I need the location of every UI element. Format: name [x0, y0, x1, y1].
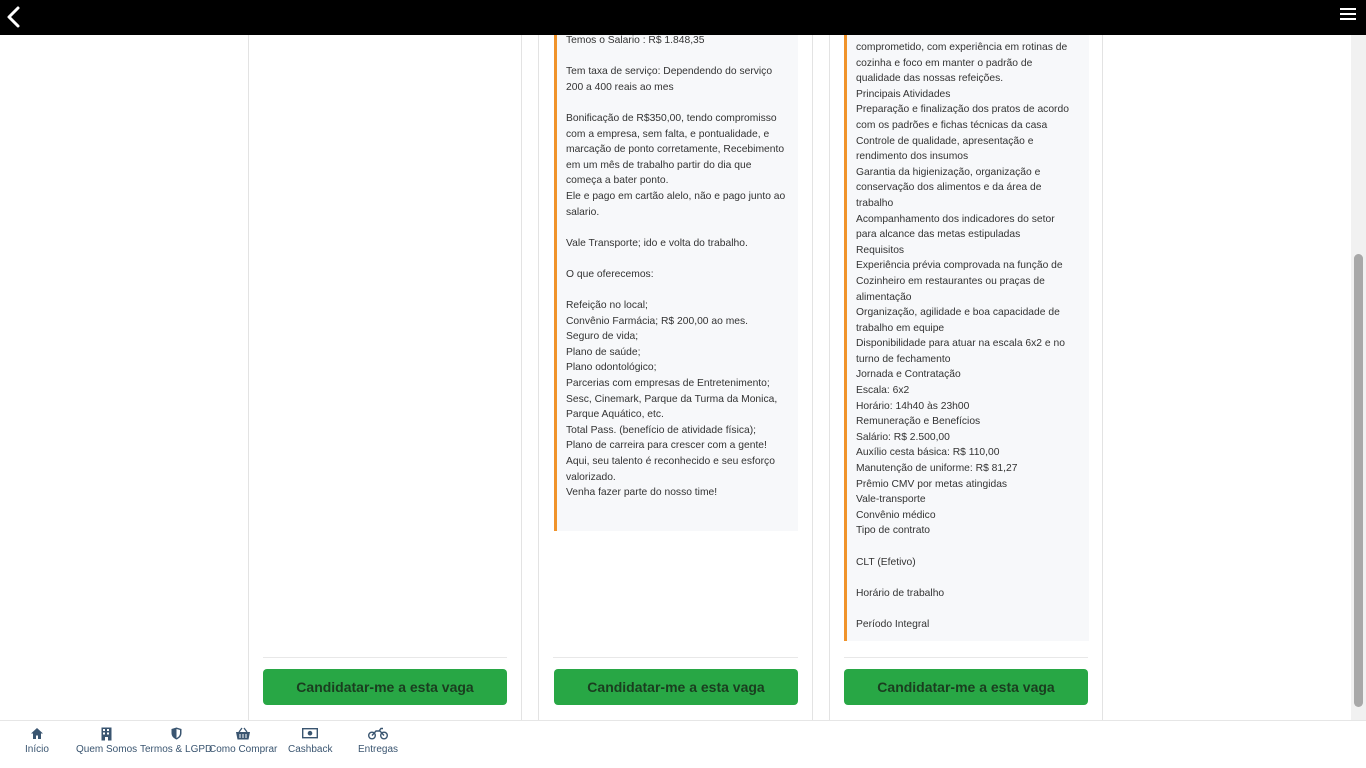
- description-line: Total Pass. (benefício de atividade físi…: [566, 424, 757, 436]
- description-line: em um mês de trabalho partir do dia que: [566, 159, 752, 171]
- description-line: Plano odontológico;: [566, 362, 657, 374]
- chevron-left-icon[interactable]: [4, 5, 24, 29]
- description-line: Plano de carreira para crescer com a gen…: [566, 440, 767, 452]
- description-line: Aqui, seu talento é reconhecido e seu es…: [566, 456, 775, 468]
- description-line: Plano de saúde;: [566, 346, 641, 358]
- description-line: turno de fechamento: [856, 353, 951, 365]
- description-line: Disponibilidade para atuar na escala 6x2…: [856, 338, 1065, 350]
- nav-item-quem-somos[interactable]: Quem Somos: [76, 727, 137, 755]
- description-line: Vale Transporte; ido e volta do trabalho…: [566, 237, 748, 249]
- apply-button-1[interactable]: Candidatar-me a esta vaga: [263, 669, 507, 705]
- description-line: Bonificação de R$350,00, tendo compromis…: [566, 112, 777, 124]
- description-line: com a empresa, sem falta, e pontualidade…: [566, 128, 770, 140]
- description-line: Escala: 6x2: [856, 385, 910, 397]
- scrollbar-thumb[interactable]: [1354, 254, 1363, 707]
- job-card-2: Temos o Salario : R$ 1.848,35 Tem taxa de…: [538, 0, 813, 720]
- description-line: Ele e pago em cartão alelo, não e pago j…: [566, 190, 786, 202]
- description-line: Parcerias com empresas de Entretenimento…: [566, 378, 770, 390]
- job-description-2: Temos o Salario : R$ 1.848,35 Tem taxa de…: [554, 12, 798, 531]
- description-line: Acompanhamento dos indicadores do setor: [856, 213, 1055, 225]
- description-line: Controle de qualidade, apresentação e: [856, 135, 1034, 147]
- description-line: Prêmio CMV por metas atingidas: [856, 478, 1008, 490]
- description-line: Horário de trabalho: [856, 587, 945, 599]
- description-line: Salário: R$ 2.500,00: [856, 431, 950, 443]
- description-line: Jornada e Contratação: [856, 369, 961, 381]
- description-line: Organização, agilidade e boa capacidade …: [856, 307, 1060, 319]
- hamburger-menu-icon[interactable]: [1340, 8, 1356, 22]
- description-line: Convênio médico: [856, 509, 936, 521]
- description-line: Convênio Farmácia; R$ 200,00 ao mes.: [566, 315, 749, 327]
- nav-item-como-comprar[interactable]: Como Comprar: [209, 727, 277, 755]
- description-line: O que oferecemos:: [566, 268, 654, 280]
- description-line: Tem taxa de serviço: Dependendo do servi…: [566, 66, 773, 78]
- description-line: cozinha e foco em manter o padrão de: [856, 57, 1033, 69]
- description-line: Tipo de contrato: [856, 525, 931, 537]
- job-card-1: Candidatar-me a esta vaga: [248, 0, 522, 720]
- description-line: Cozinheiro em restaurantes ou praças de: [856, 275, 1045, 287]
- description-line: para alcance das metas estipuladas: [856, 229, 1021, 241]
- description-line: começa a bater ponto.: [566, 175, 669, 187]
- basket-icon: [209, 727, 277, 741]
- description-line: marcação de ponto corretamente, Recebime…: [566, 144, 785, 156]
- description-line: Parque Aquático, etc.: [566, 409, 664, 421]
- nav-item-cashback[interactable]: Cashback: [288, 727, 332, 755]
- description-line: Seguro de vida;: [566, 331, 639, 343]
- description-line: Manutenção de uniforme: R$ 81,27: [856, 463, 1018, 475]
- description-line: alimentação: [856, 291, 912, 303]
- description-line: Preparação e finalização dos pratos de a…: [856, 104, 1069, 116]
- money-icon: [288, 727, 332, 741]
- description-line: salario.: [566, 206, 600, 218]
- description-line: Remuneração e Benefícios: [856, 416, 981, 428]
- description-line: Auxílio cesta básica: R$ 110,00: [856, 447, 1000, 459]
- description-line: rendimento dos insumos: [856, 151, 969, 163]
- bottom-nav: Início Quem Somos Termos & LGPD Como Com…: [0, 720, 1366, 768]
- shield-icon: [140, 727, 212, 741]
- description-line: Temos o Salario : R$ 1.848,35: [566, 35, 705, 46]
- description-line: trabalho em equipe: [856, 322, 945, 334]
- job-description-3: comprometido, com experiência em rotinas…: [844, 12, 1089, 641]
- description-line: Período Integral: [856, 618, 930, 630]
- nav-item-termos-lgpd[interactable]: Termos & LGPD: [140, 727, 212, 755]
- nav-item-inicio[interactable]: Início: [25, 727, 49, 755]
- description-line: Garantia da higienização, organização e: [856, 166, 1041, 178]
- top-bar: [0, 0, 1366, 35]
- description-line: Vale-transporte: [856, 494, 926, 506]
- building-icon: [76, 727, 137, 741]
- description-line: conservação dos alimentos e da área de: [856, 182, 1042, 194]
- card-divider: [844, 657, 1088, 658]
- job-card-3: comprometido, com experiência em rotinas…: [829, 0, 1103, 720]
- description-line: Experiência prévia comprovada na função …: [856, 260, 1063, 272]
- description-line: Refeição no local;: [566, 300, 648, 312]
- motorcycle-icon: [358, 727, 398, 741]
- description-line: CLT (Efetivo): [856, 556, 916, 568]
- description-line: comprometido, com experiência em rotinas…: [856, 42, 1068, 53]
- description-line: Principais Atividades: [856, 88, 951, 100]
- description-line: Sesc, Cinemark, Parque da Turma da Monic…: [566, 393, 778, 405]
- card-divider: [263, 657, 507, 658]
- nav-item-entregas[interactable]: Entregas: [358, 727, 398, 755]
- description-line: 200 a 400 reais ao mes: [566, 81, 674, 93]
- description-line: com os padrões e fichas técnicas da casa: [856, 119, 1048, 131]
- description-line: trabalho: [856, 197, 894, 209]
- card-divider: [553, 657, 798, 658]
- description-line: valorizado.: [566, 471, 616, 483]
- home-icon: [25, 727, 49, 741]
- description-line: Venha fazer parte do nosso time!: [566, 487, 718, 499]
- description-line: qualidade das nossas refeições.: [856, 73, 1004, 85]
- description-line: Requisitos: [856, 244, 905, 256]
- apply-button-3[interactable]: Candidatar-me a esta vaga: [844, 669, 1088, 705]
- apply-button-2[interactable]: Candidatar-me a esta vaga: [554, 669, 798, 705]
- description-line: Horário: 14h40 às 23h00: [856, 400, 970, 412]
